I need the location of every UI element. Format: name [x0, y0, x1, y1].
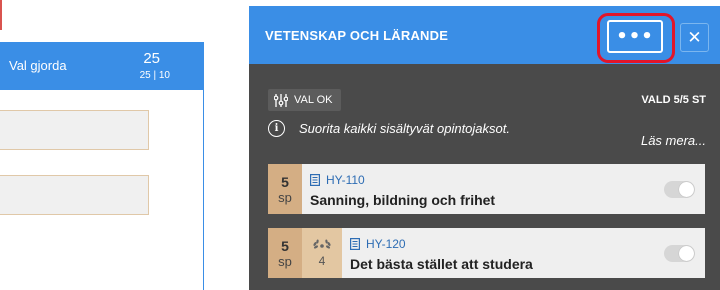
document-icon [350, 238, 360, 250]
sliders-icon [274, 93, 288, 107]
panel-title: VETENSKAP OCH LÄRANDE [265, 28, 449, 43]
course-name: Sanning, bildning och frihet [310, 192, 496, 208]
credits-value: 5 [281, 237, 289, 254]
left-header-value: 25 [143, 50, 160, 67]
course-row[interactable]: 5 sp 4 HY-120 Det bästa stället att stud… [268, 228, 705, 278]
toggle-knob [679, 182, 694, 197]
credits-unit: sp [278, 189, 292, 205]
left-summary-header: Val gjorda 25 25 | 10 [0, 42, 204, 90]
selection-count: VALD 5/5 ST [641, 94, 706, 106]
val-ok-badge[interactable]: VAL OK [268, 89, 341, 111]
course-code[interactable]: HY-120 [366, 237, 406, 251]
credits-badge: 5 sp [268, 228, 302, 278]
course-name: Det bästa stället att studera [350, 256, 533, 272]
left-header-subvalue: 25 | 10 [139, 70, 170, 81]
course-row[interactable]: 5 sp HY-110 Sanning, bildning och frihet [268, 164, 705, 214]
screen: Val gjorda 25 25 | 10 VETENSKAP OCH LÄRA… [0, 0, 720, 290]
left-header-title: Val gjorda [9, 58, 67, 73]
course-code-row: HY-120 [350, 237, 406, 251]
info-text: Suorita kaikki sisältyvät opintojaksot. [299, 121, 510, 136]
left-list-item[interactable] [0, 175, 149, 215]
laurel-icon [313, 239, 331, 249]
document-icon [310, 174, 320, 186]
left-list-item[interactable] [0, 110, 149, 150]
grade-value: 4 [318, 253, 326, 268]
info-icon: i [268, 120, 285, 137]
course-code-row: HY-110 [310, 173, 365, 187]
module-panel: VETENSKAP OCH LÄRANDE ••• ✕ VAL OK VALD … [249, 6, 720, 290]
course-toggle[interactable] [664, 245, 695, 262]
left-pane-border [203, 90, 204, 290]
val-ok-label: VAL OK [294, 94, 333, 106]
toggle-knob [679, 246, 694, 261]
course-body: HY-120 Det bästa stället att studera [342, 228, 705, 278]
credits-unit: sp [278, 253, 292, 269]
panel-header: VETENSKAP OCH LÄRANDE ••• ✕ [249, 6, 720, 64]
course-code[interactable]: HY-110 [326, 173, 365, 187]
more-options-button[interactable]: ••• [607, 20, 663, 53]
close-button[interactable]: ✕ [680, 23, 709, 52]
credits-badge: 5 sp [268, 164, 302, 214]
credits-value: 5 [281, 173, 289, 190]
close-icon: ✕ [687, 27, 702, 48]
more-dots-icon: ••• [616, 26, 654, 47]
grade-badge: 4 [302, 228, 342, 278]
error-marker [0, 0, 2, 30]
read-more-link[interactable]: Läs mera... [641, 133, 706, 148]
course-toggle[interactable] [664, 181, 695, 198]
course-body: HY-110 Sanning, bildning och frihet [302, 164, 705, 214]
